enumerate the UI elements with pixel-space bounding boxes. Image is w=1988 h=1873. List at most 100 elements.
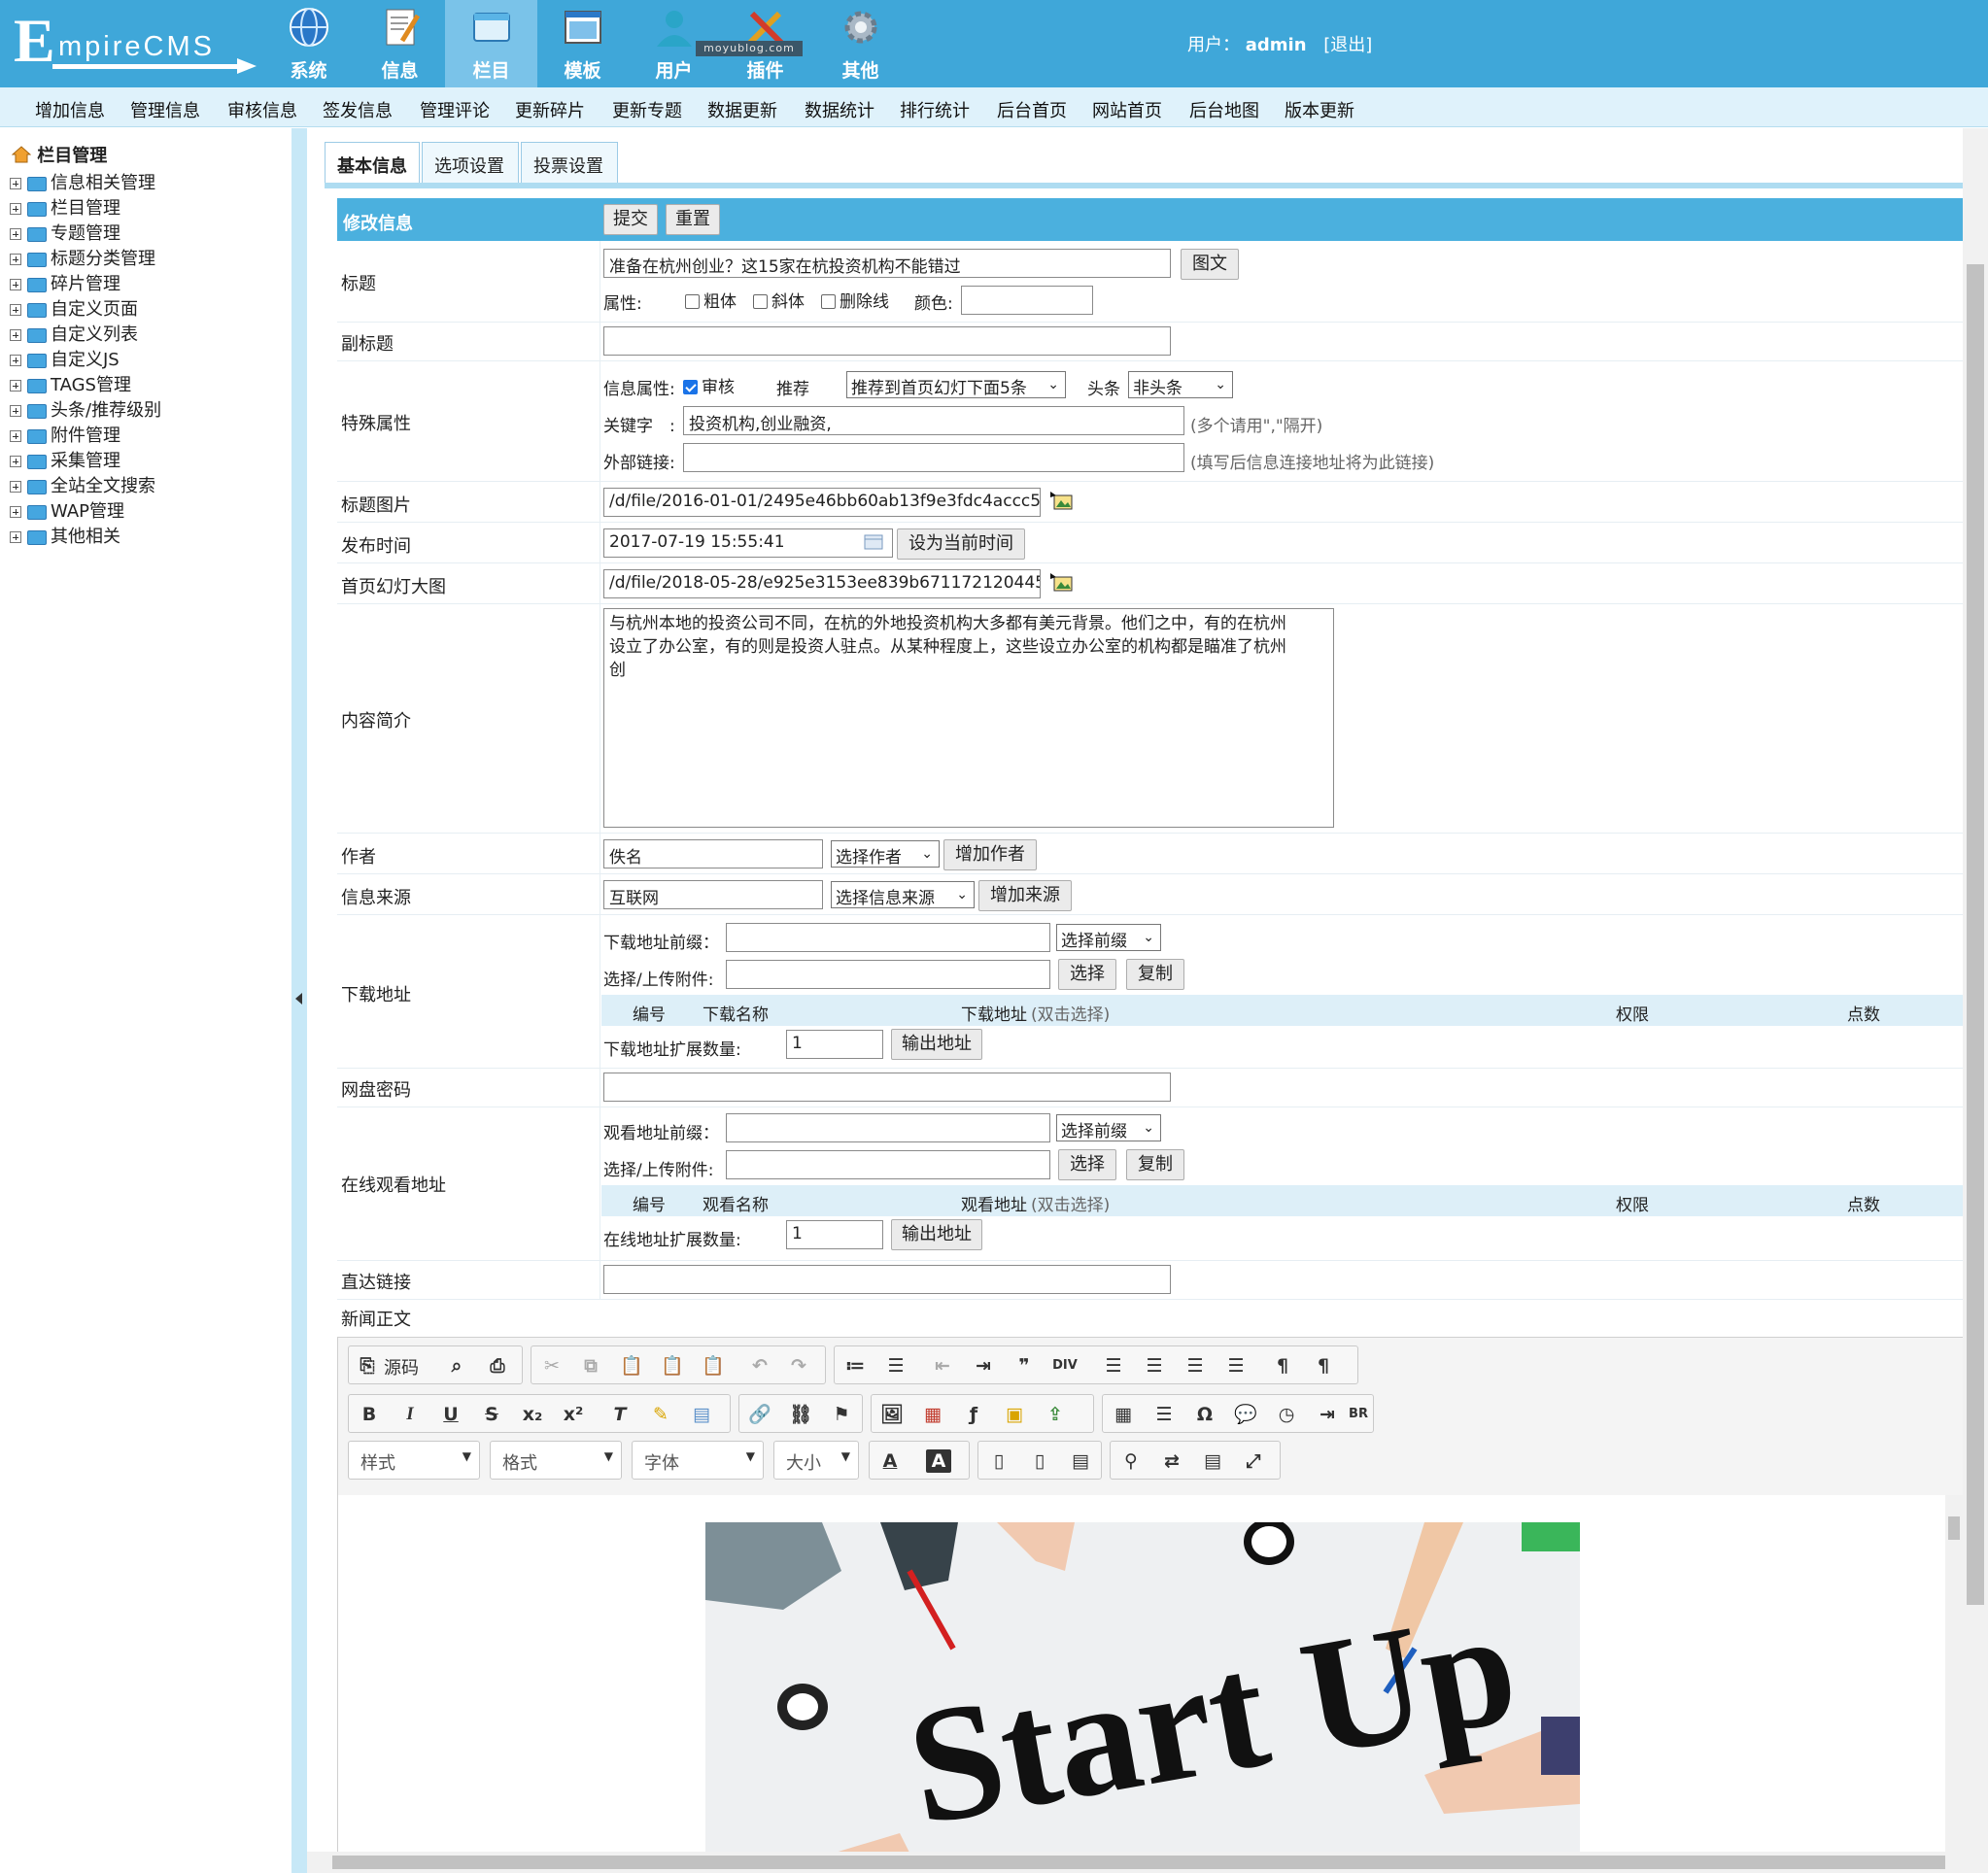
quicklink-manage-info[interactable]: 管理信息 — [130, 97, 200, 122]
tree-item[interactable]: 自定义页面 — [10, 295, 138, 321]
file-upload-icon[interactable]: ⇪ — [1043, 1403, 1068, 1426]
media-icon[interactable]: ▣ — [1002, 1403, 1027, 1426]
italic-icon[interactable]: I — [397, 1403, 423, 1426]
rtl-icon[interactable]: ¶ — [1311, 1354, 1336, 1378]
source-icon[interactable]: ⎘ — [355, 1354, 380, 1378]
strikethrough-icon[interactable]: S — [479, 1403, 504, 1426]
select-image-icon[interactable] — [1050, 573, 1074, 593]
quicklink-audit-info[interactable]: 审核信息 — [227, 97, 297, 122]
bg-color-icon[interactable]: A — [926, 1449, 951, 1473]
bold-checkbox[interactable] — [685, 294, 700, 309]
smiley-icon[interactable]: 💬 — [1233, 1403, 1258, 1426]
ol-ext-input[interactable]: 1 — [786, 1220, 883, 1249]
scrollbar-thumb[interactable] — [1967, 264, 1984, 1605]
show-blocks-icon[interactable]: ▯ — [986, 1449, 1011, 1473]
print-icon[interactable]: ⎙ — [485, 1354, 510, 1378]
tab-basic-info[interactable]: 基本信息 — [325, 142, 420, 185]
new-page-icon[interactable]: ▯ — [1027, 1449, 1052, 1473]
dl-copy-button[interactable]: 复制 — [1126, 959, 1184, 990]
dl-prefix-input[interactable] — [726, 923, 1050, 952]
expand-icon[interactable] — [10, 203, 21, 215]
expand-icon[interactable] — [10, 228, 21, 240]
expand-icon[interactable] — [10, 456, 21, 467]
add-author-button[interactable]: 增加作者 — [943, 839, 1037, 870]
subtitle-input[interactable] — [603, 326, 1171, 356]
find-icon[interactable]: ⚲ — [1118, 1449, 1144, 1473]
quicklink-comments[interactable]: 管理评论 — [420, 97, 490, 122]
quicklink-data-update[interactable]: 数据更新 — [707, 97, 777, 122]
unlink-icon[interactable]: ⛓ — [788, 1403, 813, 1426]
tree-item[interactable]: 自定义列表 — [10, 321, 138, 346]
ol-prefix-input[interactable] — [726, 1113, 1050, 1142]
quicklink-admin-home[interactable]: 后台首页 — [997, 97, 1067, 122]
external-link-input[interactable] — [683, 443, 1184, 472]
tree-item[interactable]: 信息相关管理 — [10, 169, 155, 194]
tree-item[interactable]: 其他相关 — [10, 523, 120, 548]
page-break-icon[interactable]: ⇥ — [1315, 1403, 1340, 1426]
text-color-icon[interactable]: A — [877, 1449, 903, 1473]
italic-checkbox[interactable] — [753, 294, 768, 309]
paste-text-icon[interactable]: 📋 — [660, 1354, 685, 1378]
templates-icon[interactable]: ▤ — [689, 1403, 714, 1426]
author-select[interactable]: 选择作者 ⌄ — [831, 840, 940, 868]
subscript-icon[interactable]: x₂ — [520, 1403, 545, 1426]
collapse-arrow-icon[interactable] — [295, 993, 302, 1005]
time-input[interactable]: 2017-07-19 15:55:41 — [603, 528, 893, 558]
tree-item[interactable]: WAP管理 — [10, 497, 124, 523]
slide-input[interactable]: /d/file/2018-05-28/e925e3153ee839b671172… — [603, 569, 1041, 598]
dl-prefix-select[interactable]: 选择前缀 ⌄ — [1056, 924, 1161, 951]
scrollbar-thumb[interactable] — [332, 1856, 1945, 1869]
module-column[interactable]: 栏目 — [445, 0, 537, 87]
quicklink-sitemap[interactable]: 后台地图 — [1189, 97, 1259, 122]
select-all-icon[interactable]: ▤ — [1200, 1449, 1225, 1473]
tree-item[interactable]: TAGS管理 — [10, 371, 131, 396]
tab-vote[interactable]: 投票设置 — [521, 142, 618, 183]
expand-icon[interactable] — [10, 531, 21, 543]
headline-select[interactable]: 非头条 ⌄ — [1128, 371, 1233, 398]
paste-icon[interactable]: 📋 — [619, 1354, 644, 1378]
submit-button[interactable]: 提交 — [603, 204, 658, 235]
expand-icon[interactable] — [10, 304, 21, 316]
expand-icon[interactable] — [10, 405, 21, 417]
ltr-icon[interactable]: ¶ — [1270, 1354, 1295, 1378]
time-icon[interactable]: ◷ — [1274, 1403, 1299, 1426]
tab-options[interactable]: 选项设置 — [422, 142, 519, 183]
expand-icon[interactable] — [10, 506, 21, 518]
dl-upload-input[interactable] — [726, 960, 1050, 989]
titlepic-input[interactable]: /d/file/2016-01-01/2495e46bb60ab13f9e3fd… — [603, 488, 1041, 517]
quicklink-data-stats[interactable]: 数据统计 — [805, 97, 874, 122]
justify-icon[interactable]: ☰ — [1223, 1354, 1249, 1378]
dl-ext-input[interactable]: 1 — [786, 1030, 883, 1059]
tree-item[interactable]: 专题管理 — [10, 220, 120, 245]
ol-copy-button[interactable]: 复制 — [1126, 1149, 1184, 1180]
align-left-icon[interactable]: ☰ — [1101, 1354, 1126, 1378]
align-center-icon[interactable]: ☰ — [1142, 1354, 1167, 1378]
tree-item[interactable]: 头条/推荐级别 — [10, 396, 161, 422]
vertical-scrollbar[interactable] — [1963, 128, 1988, 1852]
undo-icon[interactable]: ↶ — [747, 1354, 772, 1378]
tree-item[interactable]: 自定义JS — [10, 346, 120, 371]
underline-icon[interactable]: U — [438, 1403, 463, 1426]
tree-item[interactable]: 碎片管理 — [10, 270, 120, 295]
replace-icon[interactable]: ⇄ — [1159, 1449, 1184, 1473]
bullet-list-icon[interactable]: ☰ — [883, 1354, 908, 1378]
expand-icon[interactable] — [10, 481, 21, 493]
expand-icon[interactable] — [10, 380, 21, 392]
link-icon[interactable]: 🔗 — [747, 1403, 772, 1426]
source-button[interactable]: 源码 — [384, 1354, 419, 1379]
tree-item[interactable]: 采集管理 — [10, 447, 120, 472]
ol-output-button[interactable]: 输出地址 — [891, 1219, 982, 1250]
color-input[interactable] — [961, 286, 1093, 315]
outdent-icon[interactable]: ⇤ — [930, 1354, 955, 1378]
quicklink-add-info[interactable]: 增加信息 — [35, 97, 105, 122]
quicklink-ranking[interactable]: 排行统计 — [900, 97, 970, 122]
module-info[interactable]: 信息 — [354, 0, 446, 87]
direct-link-input[interactable] — [603, 1265, 1171, 1294]
add-source-button[interactable]: 增加来源 — [978, 880, 1072, 911]
superscript-icon[interactable]: x² — [561, 1403, 586, 1426]
cut-icon[interactable]: ✂ — [539, 1354, 565, 1378]
bold-icon[interactable]: B — [357, 1403, 382, 1426]
table-icon[interactable]: ▦ — [1111, 1403, 1136, 1426]
summary-textarea[interactable]: 与杭州本地的投资公司不同，在杭的外地投资机构大多都有美元背景。他们之中，有的在杭… — [603, 608, 1334, 828]
ol-prefix-select[interactable]: 选择前缀 ⌄ — [1056, 1114, 1161, 1141]
